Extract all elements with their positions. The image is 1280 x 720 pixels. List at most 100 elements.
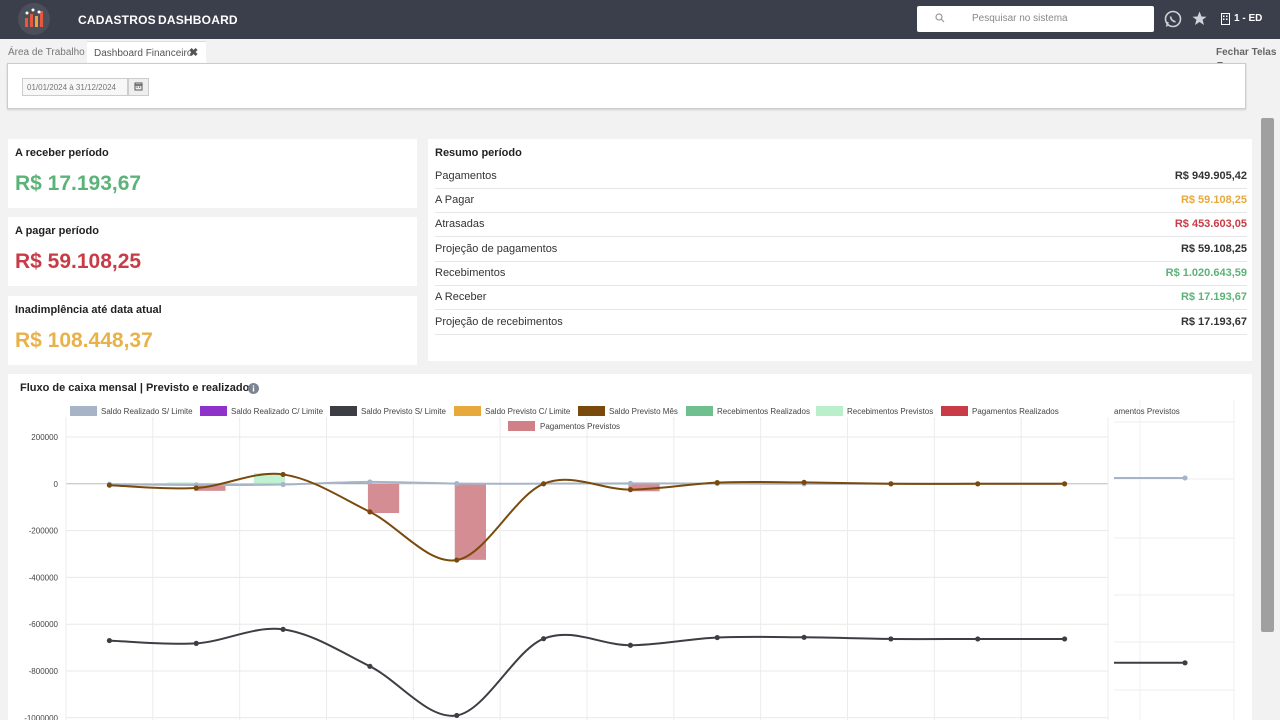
- logo-chart-icon: [25, 8, 43, 27]
- nav-cadastros[interactable]: CADASTROS: [78, 13, 156, 27]
- resumo-row: Recebimentos R$ 1.020.643,59: [435, 262, 1247, 286]
- resumo-row: Pagamentos R$ 949.905,42: [435, 165, 1247, 189]
- legend-swatch: [70, 406, 97, 416]
- close-all-label: Fechar Telas: [1216, 47, 1277, 58]
- info-icon[interactable]: [248, 383, 259, 394]
- card-title: A pagar período: [15, 225, 99, 237]
- card-value: R$ 17.193,67: [15, 172, 142, 195]
- legend-swatch: [508, 421, 535, 431]
- star-icon[interactable]: [1192, 11, 1207, 26]
- legend-label: Pagamentos Realizados: [972, 407, 1059, 416]
- resumo-row: Projeção de pagamentos R$ 59.108,25: [435, 238, 1247, 262]
- legend-label: Saldo Previsto C/ Limite: [485, 407, 571, 416]
- overlay-panel: [1114, 400, 1252, 720]
- bar: [367, 483, 400, 514]
- data-point: [888, 481, 894, 487]
- legend-swatch: [578, 406, 605, 416]
- resumo-row: A Pagar R$ 59.108,25: [435, 189, 1247, 213]
- data-point: [280, 626, 286, 632]
- legend-swatch: [200, 406, 227, 416]
- legend-swatch: [330, 406, 357, 416]
- overlay-data-point: [1182, 660, 1188, 666]
- legend-swatch: [454, 406, 481, 416]
- data-point: [627, 487, 634, 493]
- data-point: [1061, 636, 1068, 642]
- legend-label: Saldo Previsto Mês: [609, 407, 678, 416]
- data-point: [801, 479, 807, 485]
- search-box[interactable]: Pesquisar no sistema: [917, 6, 1154, 32]
- data-point: [106, 482, 113, 488]
- tab-label: Dashboard Financeiro: [94, 48, 193, 59]
- resumo-label: Atrasadas: [435, 218, 485, 230]
- calendar-icon: [134, 82, 143, 91]
- legend-label: Pagamentos Previstos: [540, 422, 620, 431]
- card-title: Inadimplência até data atual: [15, 304, 162, 316]
- data-point: [975, 636, 981, 642]
- cash-flow-chart: 200000 0 -200000 -400000 -600000 -800000 -1000…: [24, 400, 1252, 720]
- chart-title: Fluxo de caixa mensal | Previsto e reali…: [20, 382, 250, 394]
- bar: [166, 482, 199, 484]
- resumo-label: Projeção de recebimentos: [435, 316, 563, 328]
- overlay-data-point: [1182, 475, 1188, 481]
- y-tick-label: -200000: [29, 527, 59, 536]
- resumo-value: R$ 17.193,67: [1180, 291, 1247, 303]
- logo[interactable]: [18, 3, 50, 35]
- y-tick-label: 0: [54, 480, 59, 489]
- data-point: [540, 636, 547, 642]
- data-point: [714, 634, 720, 641]
- nav-dashboard[interactable]: DASHBOARD: [158, 13, 238, 27]
- bar: [454, 483, 487, 560]
- data-point: [193, 485, 199, 491]
- close-icon[interactable]: ✖: [189, 46, 198, 59]
- resumo-panel: Resumo período Pagamentos R$ 949.905,42 …: [428, 139, 1252, 361]
- search-input[interactable]: Pesquisar no sistema: [972, 13, 1068, 24]
- data-point: [714, 480, 720, 486]
- y-tick-label: 200000: [31, 433, 58, 442]
- card-value: R$ 59.108,25: [15, 250, 142, 273]
- building-icon: [1221, 13, 1230, 25]
- resumo-value: R$ 949.905,42: [1174, 170, 1247, 182]
- resumo-value: R$ 17.193,67: [1180, 316, 1247, 328]
- data-point: [367, 509, 373, 515]
- tab-dashboard-financeiro[interactable]: Dashboard Financeiro ✖: [87, 41, 206, 63]
- data-point: [627, 480, 634, 486]
- resumo-value: R$ 1.020.643,59: [1165, 267, 1247, 279]
- search-icon: [935, 13, 945, 23]
- filter-panel: 01/01/2024 à 31/12/2024: [7, 63, 1246, 109]
- data-point: [888, 636, 894, 642]
- y-tick-label: -400000: [29, 573, 59, 582]
- data-point: [454, 557, 460, 563]
- legend-label: Recebimentos Realizados: [717, 407, 810, 416]
- legend-label: Recebimentos Previstos: [847, 407, 933, 416]
- data-point: [367, 663, 373, 669]
- legend-label: Saldo Realizado C/ Limite: [231, 407, 324, 416]
- data-point: [367, 479, 373, 485]
- card-title: A receber período: [15, 147, 109, 159]
- y-tick-label: -1000000: [24, 714, 58, 720]
- calendar-button[interactable]: [128, 78, 149, 96]
- resumo-value: R$ 59.108,25: [1180, 243, 1247, 255]
- legend-label: Saldo Realizado S/ Limite: [101, 407, 193, 416]
- tab-area-de-trabalho[interactable]: Área de Trabalho: [8, 47, 85, 58]
- resumo-label: A Pagar: [435, 194, 475, 206]
- data-point: [280, 471, 286, 478]
- data-point: [280, 481, 286, 488]
- card-a-pagar: A pagar período R$ 59.108,25: [8, 217, 417, 286]
- whatsapp-icon[interactable]: [1164, 10, 1182, 28]
- legend-swatch: [941, 406, 968, 416]
- resumo-value: R$ 59.108,25: [1180, 194, 1247, 206]
- y-tick-label: -600000: [29, 620, 59, 629]
- company-selector[interactable]: 1 - ED: [1234, 13, 1262, 24]
- top-navbar: CADASTROS DASHBOARD Pesquisar no sistema…: [0, 0, 1280, 39]
- resumo-row: Projeção de recebimentos R$ 17.193,67: [435, 311, 1247, 335]
- legend-swatch: [816, 406, 843, 416]
- data-point: [454, 712, 460, 719]
- scrollbar-thumb[interactable]: [1261, 118, 1274, 632]
- card-inadimplencia: Inadimplência até data atual R$ 108.448,…: [8, 296, 417, 365]
- legend-label: Saldo Previsto S/ Limite: [361, 407, 446, 416]
- date-range-input[interactable]: 01/01/2024 à 31/12/2024: [22, 78, 128, 96]
- tab-bar: Área de Trabalho Dashboard Financeiro ✖ …: [0, 39, 1280, 66]
- data-point: [454, 480, 460, 487]
- overlay-legend-label: amentos Previstos: [1114, 407, 1180, 416]
- card-a-receber: A receber período R$ 17.193,67: [8, 139, 417, 208]
